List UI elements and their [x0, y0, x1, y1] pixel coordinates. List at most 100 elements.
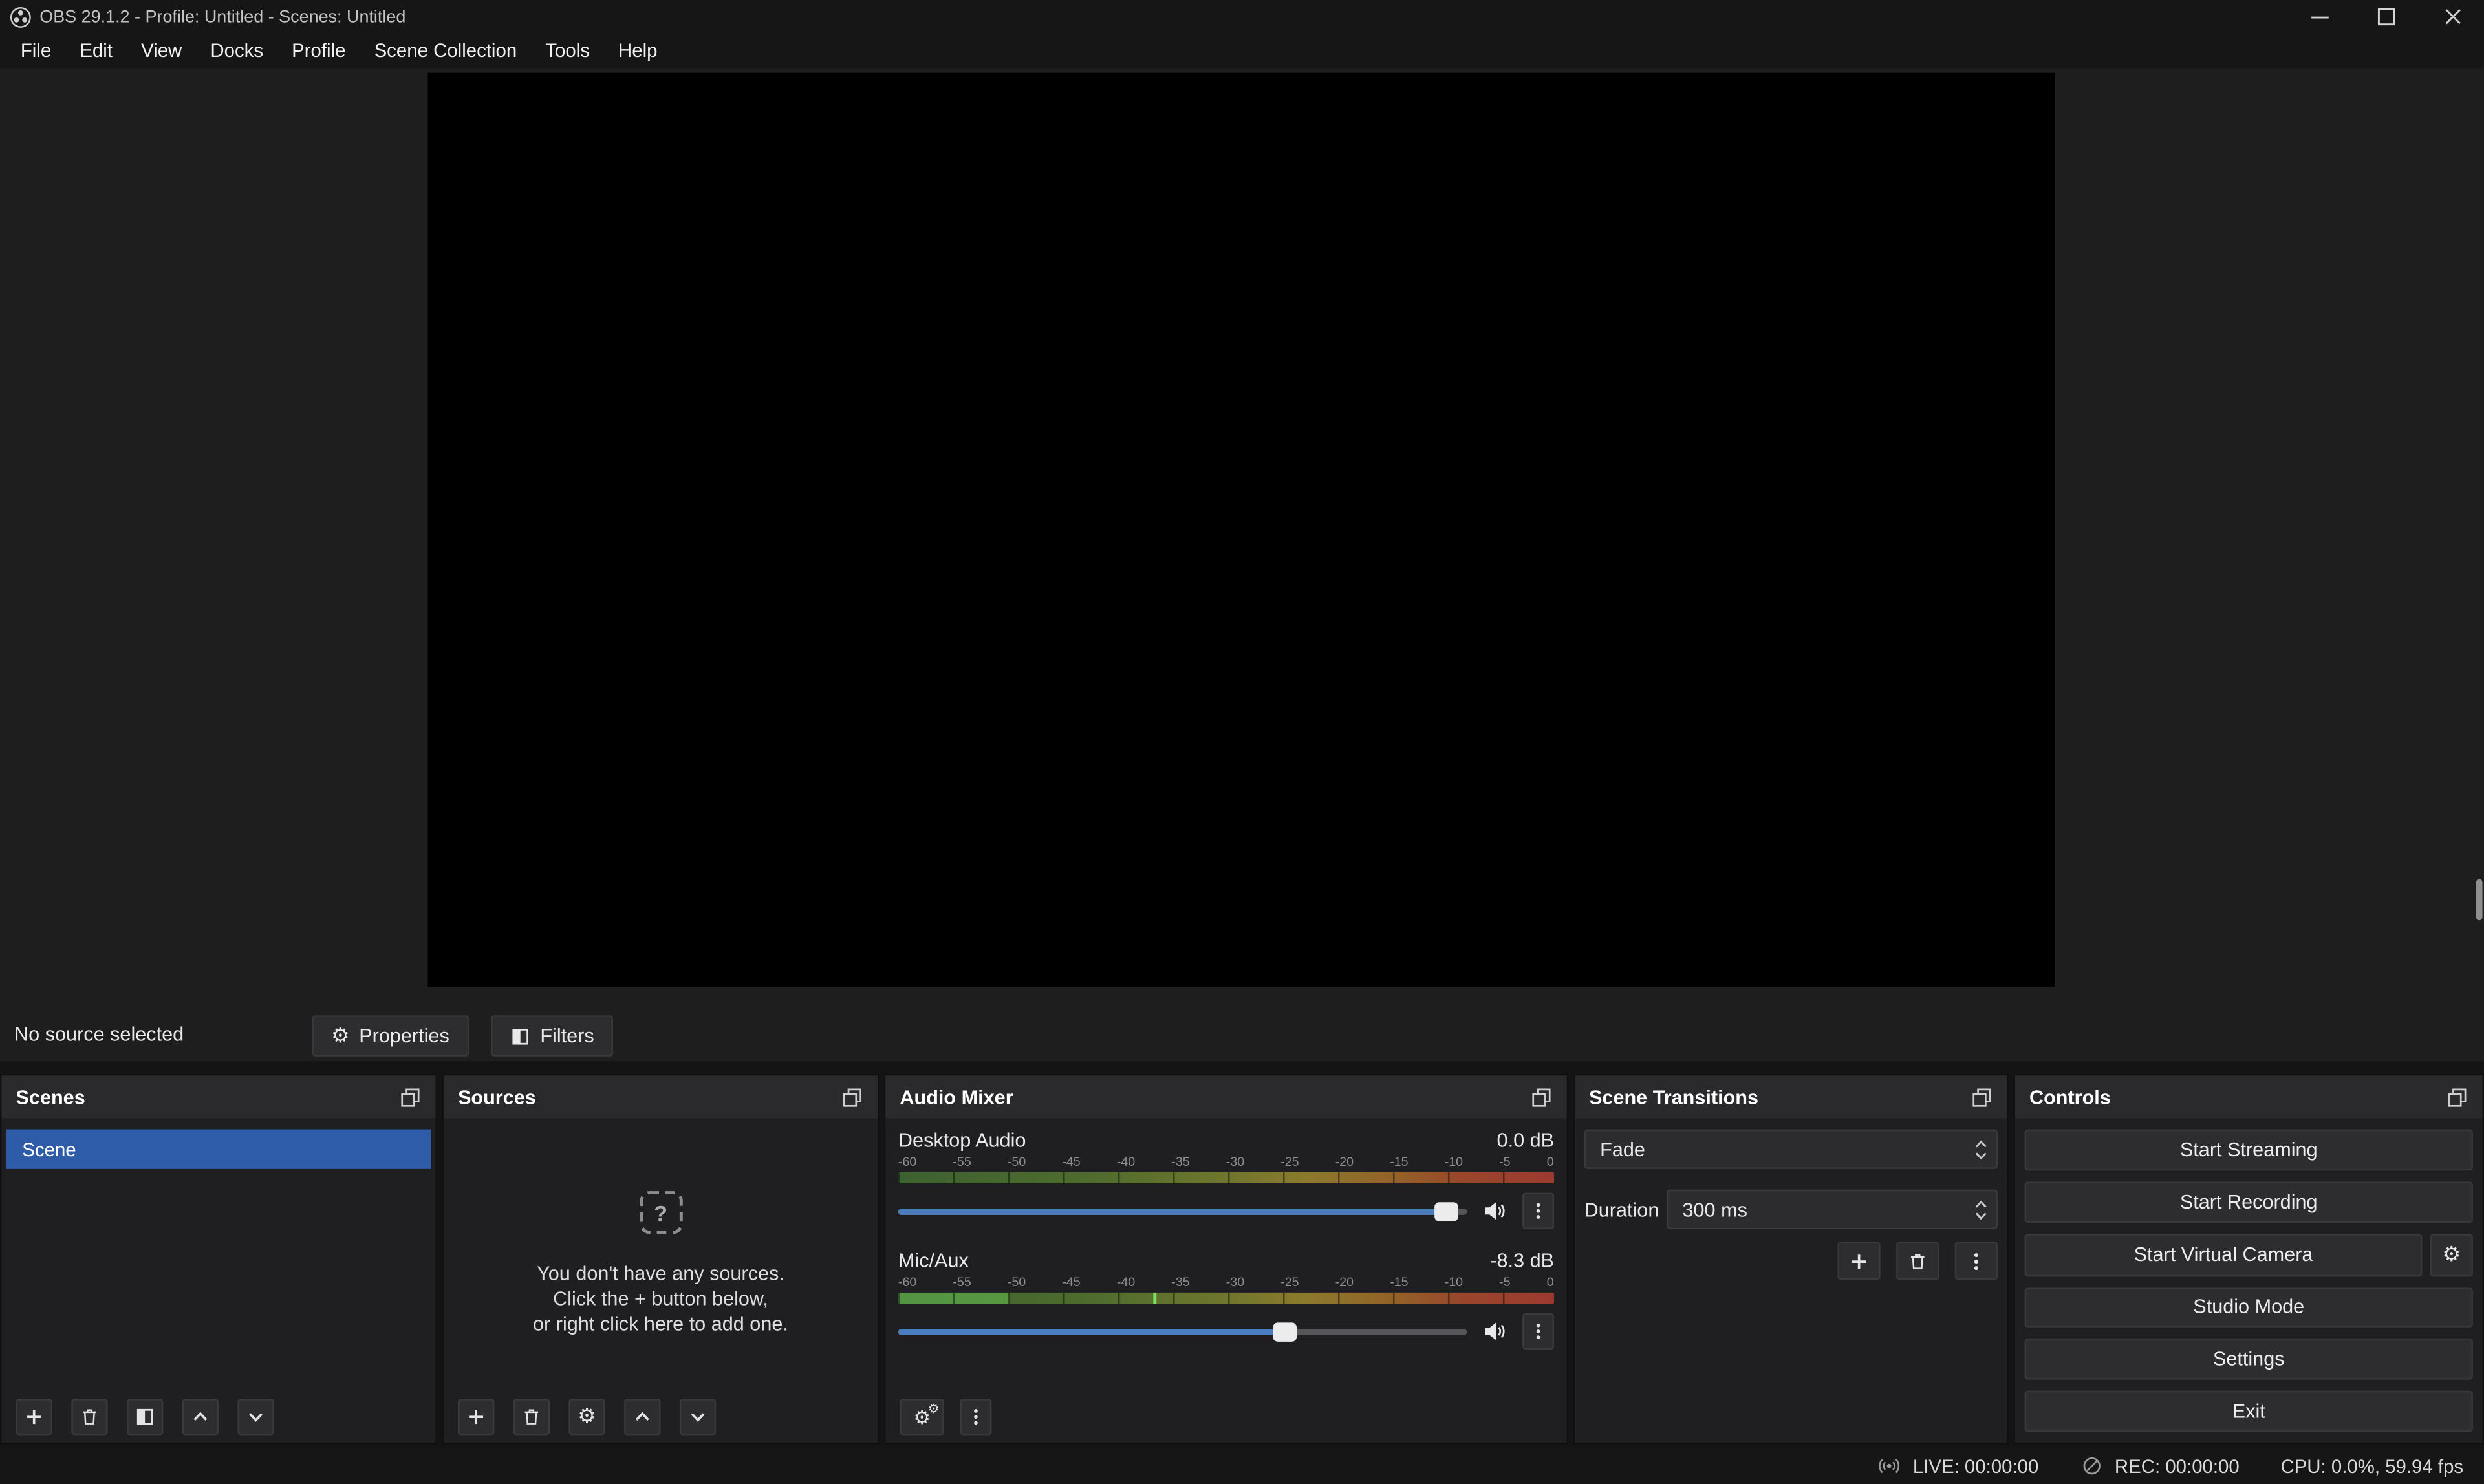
studio-mode-button[interactable]: Studio Mode [2025, 1287, 2473, 1328]
channel-db-value: 0.0 dB [1497, 1130, 1555, 1152]
popout-icon[interactable] [1530, 1086, 1552, 1108]
trash-icon [1907, 1251, 1928, 1271]
scene-transitions-body: Fade Duration 300 ms [1575, 1118, 2007, 1443]
kebab-icon [1529, 1201, 1548, 1221]
remove-source-button[interactable] [513, 1399, 550, 1435]
move-scene-down-button[interactable] [237, 1399, 274, 1435]
meter-tick-label: -20 [1335, 1275, 1354, 1291]
menu-item[interactable]: Docks [196, 33, 277, 68]
window-title: OBS 29.1.2 - Profile: Untitled - Scenes:… [39, 7, 405, 26]
scene-name: Scene [22, 1138, 76, 1160]
add-source-button[interactable] [458, 1399, 494, 1435]
spinner-arrows-icon[interactable] [1974, 1197, 1988, 1222]
spinner-arrows-icon[interactable] [1974, 1137, 1988, 1162]
transition-select[interactable]: Fade [1584, 1130, 1998, 1169]
trash-icon [79, 1406, 100, 1427]
start-streaming-button[interactable]: Start Streaming [2025, 1130, 2473, 1170]
menu-item[interactable]: Tools [531, 33, 604, 68]
preview-canvas[interactable] [427, 73, 2055, 987]
move-source-down-button[interactable] [680, 1399, 716, 1435]
gear-icon: ⚙ [578, 1406, 596, 1427]
sources-list[interactable]: ? You don't have any sources. Click the … [444, 1118, 878, 1390]
empty-state-line: or right click here to add one. [444, 1311, 878, 1337]
popout-icon[interactable] [2446, 1086, 2468, 1108]
screen: OBS 29.1.2 - Profile: Untitled - Scenes:… [0, 0, 2484, 1484]
mute-button[interactable] [1480, 1198, 1508, 1223]
menu-item[interactable]: File [6, 33, 65, 68]
sources-empty-state: ? You don't have any sources. Click the … [444, 1191, 878, 1337]
obs-logo-icon [10, 6, 32, 28]
channel-db-value: -8.3 dB [1490, 1250, 1554, 1272]
channel-name: Mic/Aux [898, 1250, 969, 1272]
settings-button[interactable]: Settings [2025, 1339, 2473, 1380]
remove-transition-button[interactable] [1896, 1242, 1939, 1280]
meter-peak-indicator [1154, 1293, 1157, 1304]
volume-slider-handle[interactable] [1273, 1322, 1297, 1340]
add-transition-button[interactable] [1838, 1242, 1881, 1280]
speaker-icon [1482, 1201, 1506, 1221]
move-scene-up-button[interactable] [182, 1399, 219, 1435]
meter-tick-label: -25 [1280, 1155, 1299, 1170]
kebab-icon [1529, 1321, 1548, 1342]
menu-item[interactable]: Scene Collection [360, 33, 532, 68]
rec-time: REC: 00:00:00 [2115, 1455, 2240, 1477]
mixer-channel-desktop-audio: Desktop Audio 0.0 dB -60-55-50-45-40-35-… [898, 1130, 1554, 1229]
mute-button[interactable] [1480, 1318, 1508, 1344]
menu-item[interactable]: Edit [65, 33, 127, 68]
meter-fill [898, 1293, 1010, 1304]
panel-title: Scene Transitions [1589, 1086, 1758, 1108]
close-button[interactable] [2443, 6, 2463, 27]
gear-icon: ⚙ [331, 1026, 350, 1046]
menu-item[interactable]: View [127, 33, 196, 68]
empty-state-line: You don't have any sources. [444, 1261, 878, 1286]
menu-item[interactable]: Profile [277, 33, 360, 68]
properties-button[interactable]: ⚙ Properties [312, 1015, 469, 1057]
kebab-icon [966, 1406, 985, 1427]
minimize-button[interactable] [2310, 6, 2331, 27]
remove-scene-button[interactable] [71, 1399, 107, 1435]
volume-slider-handle[interactable] [1435, 1201, 1459, 1220]
filters-icon [135, 1406, 155, 1427]
start-recording-button[interactable]: Start Recording [2025, 1181, 2473, 1222]
scene-filters-button[interactable] [127, 1399, 163, 1435]
duration-value: 300 ms [1682, 1198, 1747, 1220]
status-bar: LIVE: 00:00:00 REC: 00:00:00 CPU: 0.0%, … [0, 1448, 2484, 1484]
source-properties-button[interactable]: ⚙ [568, 1399, 605, 1435]
mixer-menu-button[interactable] [960, 1399, 991, 1435]
transition-menu-button[interactable] [1955, 1242, 1998, 1280]
popout-icon[interactable] [1971, 1086, 1993, 1108]
meter-tick-label: -45 [1062, 1155, 1080, 1170]
start-virtual-camera-button[interactable]: Start Virtual Camera [2025, 1233, 2423, 1276]
controls-body: Start Streaming Start Recording Start Vi… [2015, 1118, 2483, 1443]
channel-name: Desktop Audio [898, 1130, 1026, 1152]
add-scene-button[interactable] [16, 1399, 52, 1435]
audio-mixer-body: Desktop Audio 0.0 dB -60-55-50-45-40-35-… [885, 1118, 1566, 1390]
scene-list-item[interactable]: Scene [6, 1130, 431, 1169]
virtual-camera-settings-button[interactable]: ⚙ [2430, 1233, 2473, 1276]
preview-area [0, 68, 2484, 1009]
scrollbar-thumb[interactable] [2476, 879, 2483, 921]
maximize-button[interactable] [2376, 6, 2397, 27]
plus-icon [24, 1406, 45, 1427]
meter-tick-label: -10 [1445, 1275, 1463, 1291]
exit-button[interactable]: Exit [2025, 1391, 2473, 1432]
volume-slider[interactable] [898, 1328, 1467, 1335]
filters-icon [510, 1026, 531, 1046]
move-source-up-button[interactable] [624, 1399, 660, 1435]
popout-icon[interactable] [841, 1086, 863, 1108]
meter-tick-label: -40 [1117, 1275, 1135, 1291]
volume-slider[interactable] [898, 1208, 1467, 1214]
channel-menu-button[interactable] [1522, 1193, 1554, 1229]
source-status-text: No source selected [14, 1023, 184, 1045]
menu-item[interactable]: Help [604, 33, 672, 68]
channel-menu-button[interactable] [1522, 1313, 1554, 1350]
meter-tick-label: 0 [1547, 1155, 1554, 1170]
popout-icon[interactable] [399, 1086, 421, 1108]
gear-small-icon: ⚙ [928, 1403, 940, 1416]
filters-button[interactable]: Filters [491, 1015, 613, 1057]
meter-tick-label: -15 [1390, 1155, 1408, 1170]
meter-tick-label: -5 [1499, 1275, 1510, 1291]
live-time: LIVE: 00:00:00 [1913, 1455, 2039, 1477]
advanced-audio-properties-button[interactable]: ⚙ ⚙ [900, 1399, 944, 1435]
duration-input[interactable]: 300 ms [1667, 1190, 1998, 1229]
